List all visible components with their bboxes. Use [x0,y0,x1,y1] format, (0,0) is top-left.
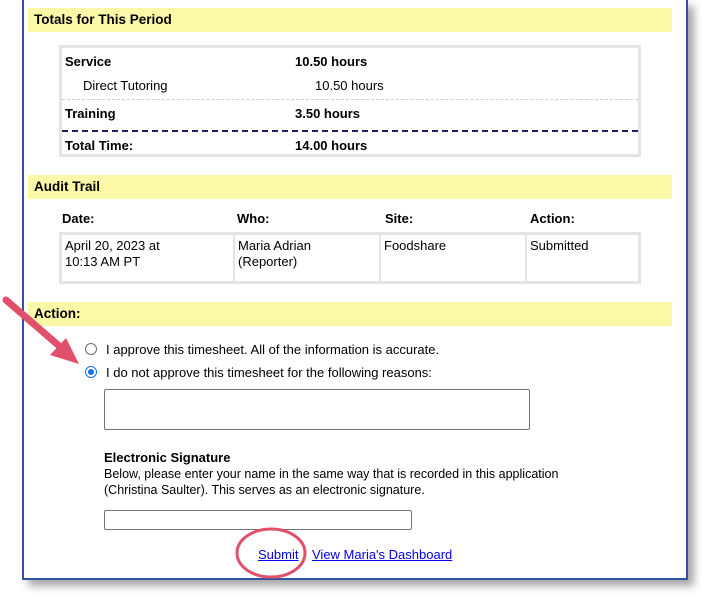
audit-table-row: April 20, 2023 at 10:13 AM PT Maria Adri… [59,232,641,284]
audit-site: Foodshare [384,238,447,253]
direct-tutoring-label: Direct Tutoring [83,78,168,93]
audit-action-cell: Submitted [530,238,589,254]
total-time-value: 14.00 hours [295,138,368,153]
totals-total-divider [62,130,638,132]
signature-input[interactable] [104,510,412,530]
audit-date-line2: 10:13 AM PT [65,254,141,269]
audit-date-line1: April 20, 2023 at [65,238,160,253]
signature-title: Electronic Signature [104,450,231,465]
audit-site-cell: Foodshare [384,238,446,254]
direct-tutoring-value: 10.50 hours [315,78,384,93]
audit-col-separator [525,235,527,281]
action-section-header: Action: [28,302,672,326]
approve-option-label[interactable]: I approve this timesheet. All of the inf… [106,342,439,357]
signature-instructions-line2: (Christina Saulter). This serves as an e… [104,483,425,497]
approve-radio[interactable] [85,343,97,355]
training-label: Training [65,106,116,121]
audit-date-cell: April 20, 2023 at 10:13 AM PT [65,238,160,270]
audit-action: Submitted [530,238,589,253]
submit-link[interactable]: Submit [258,547,298,562]
audit-header-text: Audit Trail [34,179,101,194]
audit-col-date: Date: [62,211,95,226]
not-approve-option-label[interactable]: I do not approve this timesheet for the … [106,365,432,380]
audit-who-cell: Maria Adrian (Reporter) [238,238,311,270]
service-value: 10.50 hours [295,54,368,69]
totals-divider [62,99,638,100]
training-value: 3.50 hours [295,106,361,121]
audit-col-who: Who: [237,211,270,226]
service-label: Service [65,54,112,69]
reasons-textarea[interactable] [104,389,530,430]
totals-table: Service 10.50 hours Direct Tutoring 10.5… [59,45,641,157]
total-time-label: Total Time: [65,138,134,153]
audit-col-action: Action: [530,211,575,226]
not-approve-radio[interactable] [85,366,97,378]
totals-section-header: Totals for This Period [28,8,672,32]
view-dashboard-link[interactable]: View Maria's Dashboard [312,547,452,562]
audit-col-site: Site: [385,211,414,226]
audit-who-line2: (Reporter) [238,254,298,269]
signature-instructions-line1: Below, please enter your name in the sam… [104,467,559,481]
totals-header-text: Totals for This Period [34,12,172,27]
audit-section-header: Audit Trail [28,175,672,199]
audit-col-separator [379,235,381,281]
audit-col-separator [233,235,235,281]
action-header-text: Action: [34,306,81,321]
timesheet-panel: Totals for This Period Service 10.50 hou… [22,0,688,580]
audit-who-line1: Maria Adrian [238,238,311,253]
